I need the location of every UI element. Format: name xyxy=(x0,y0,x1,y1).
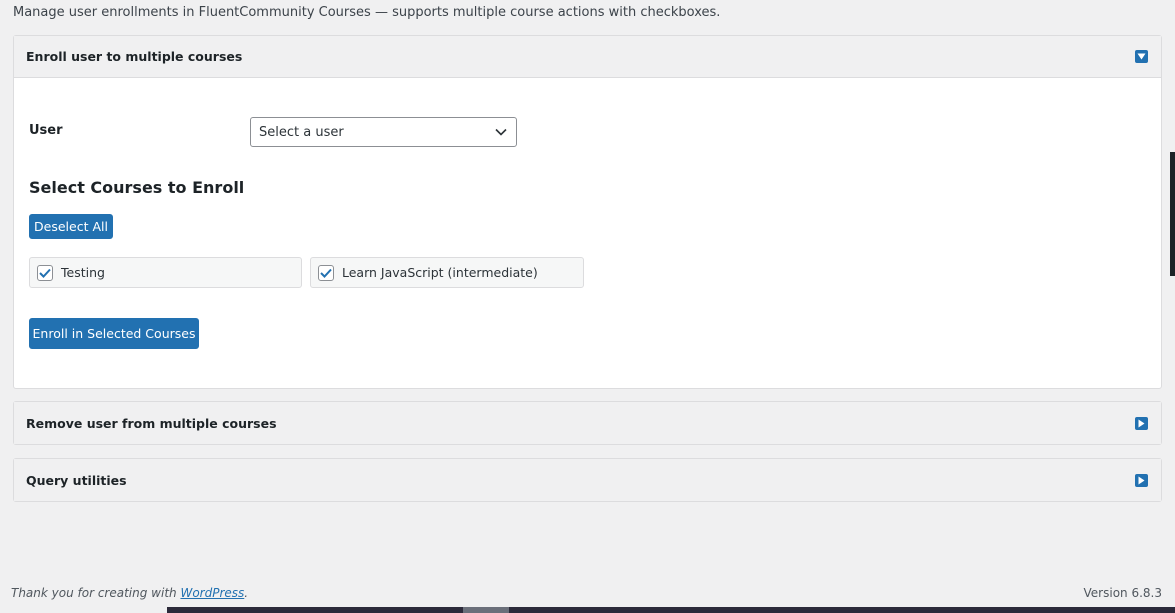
taskbar-segment xyxy=(463,607,509,613)
query-panel-title: Query utilities xyxy=(26,472,127,488)
footer-thanks-suffix: . xyxy=(244,586,249,600)
wordpress-link[interactable]: WordPress xyxy=(180,586,244,600)
enroll-panel-header[interactable]: Enroll user to multiple courses xyxy=(14,36,1161,78)
admin-page: Manage user enrollments in FluentCommuni… xyxy=(0,0,1175,613)
triangle-right-icon[interactable] xyxy=(1135,416,1148,430)
enroll-panel-title: Enroll user to multiple courses xyxy=(26,49,243,64)
checkmark-icon xyxy=(39,268,51,278)
remove-panel-title: Remove user from multiple courses xyxy=(26,415,277,431)
remove-panel: Remove user from multiple courses xyxy=(13,401,1162,445)
enroll-panel: Enroll user to multiple courses User Sel… xyxy=(13,35,1162,389)
triangle-right-icon[interactable] xyxy=(1135,473,1148,487)
user-select-value: Select a user xyxy=(259,124,344,140)
course-checkbox[interactable] xyxy=(318,264,334,281)
query-panel-header[interactable]: Query utilities xyxy=(14,459,1161,501)
user-label: User xyxy=(29,123,63,138)
user-select[interactable]: Select a user xyxy=(250,117,517,147)
course-option[interactable]: Testing xyxy=(29,257,302,288)
side-edge-strip xyxy=(1170,152,1175,276)
course-option[interactable]: Learn JavaScript (intermediate) xyxy=(310,257,584,288)
checkmark-icon xyxy=(320,268,332,278)
course-checkbox[interactable] xyxy=(37,264,53,281)
footer-thanks: Thank you for creating with WordPress. xyxy=(11,586,248,600)
course-label: Learn JavaScript (intermediate) xyxy=(342,265,538,280)
triangle-down-icon[interactable] xyxy=(1135,50,1148,63)
taskbar-strip xyxy=(167,607,1175,613)
footer-thanks-prefix: Thank you for creating with xyxy=(11,586,181,600)
footer-version: Version 6.8.3 xyxy=(1083,586,1162,600)
deselect-all-button[interactable]: Deselect All xyxy=(29,214,113,239)
course-label: Testing xyxy=(61,265,105,280)
intro-text: Manage user enrollments in FluentCommuni… xyxy=(13,5,721,20)
remove-panel-header[interactable]: Remove user from multiple courses xyxy=(14,402,1161,444)
enroll-selected-button[interactable]: Enroll in Selected Courses xyxy=(29,318,199,349)
chevron-down-icon xyxy=(495,125,507,140)
section-heading: Select Courses to Enroll xyxy=(29,178,245,197)
query-panel: Query utilities xyxy=(13,458,1162,502)
